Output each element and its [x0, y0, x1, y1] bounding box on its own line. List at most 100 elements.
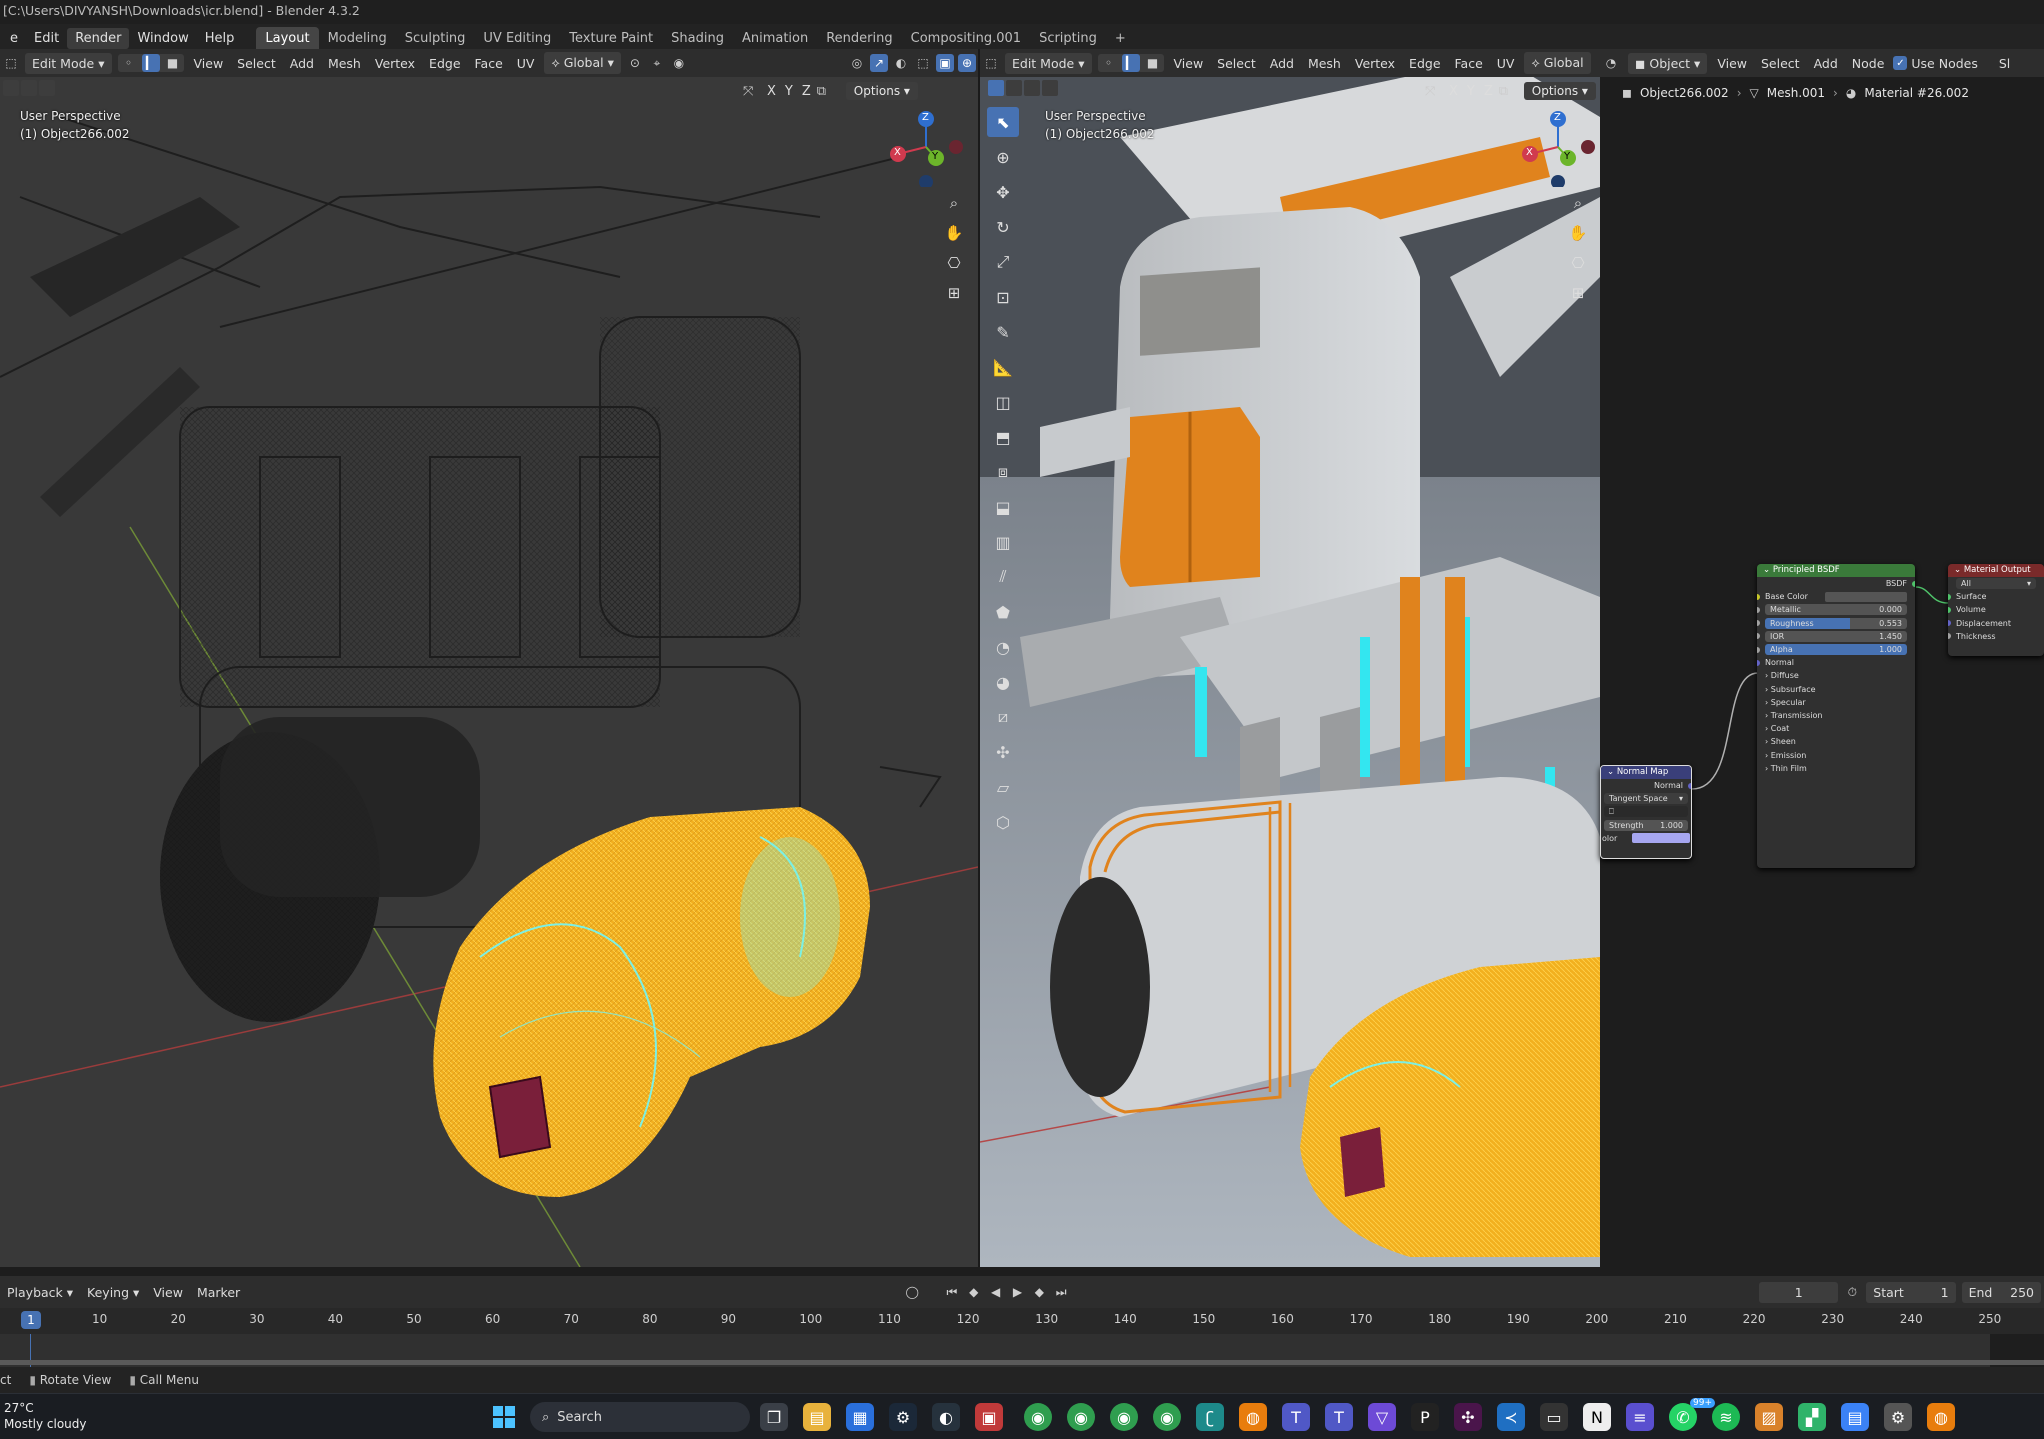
tab-compositing[interactable]: Compositing.001	[902, 27, 1030, 50]
marker-menu[interactable]: Marker	[190, 1282, 247, 1303]
right-navigation-gizmo[interactable]: Z X Y	[1516, 107, 1596, 189]
left-menu-uv[interactable]: UV	[510, 53, 542, 74]
teams-icon-1[interactable]: T	[1282, 1403, 1310, 1431]
roughness-row[interactable]: Roughness 0.553	[1757, 617, 1915, 630]
annotate-tool-icon[interactable]: ✎	[987, 317, 1019, 347]
app-circle-icon[interactable]: ◐	[932, 1403, 960, 1431]
panel-emission[interactable]: › Emission	[1757, 748, 1915, 761]
vscode-icon[interactable]: ≺	[1497, 1403, 1525, 1431]
left-menu-add[interactable]: Add	[283, 53, 321, 74]
edge-slide-tool-icon[interactable]: ⧄	[987, 702, 1019, 732]
transform-tool-icon[interactable]: ⊡	[987, 282, 1019, 312]
extrude-tool-icon[interactable]: ⬒	[987, 422, 1019, 452]
axis-lock-icon-right[interactable]: ⤧	[1425, 84, 1443, 99]
select-extend-icon[interactable]	[21, 80, 37, 96]
vpn-icon[interactable]: ▽	[1368, 1403, 1396, 1431]
right-menu-select[interactable]: Select	[1210, 53, 1263, 74]
right-mode-dropdown[interactable]: Edit Mode ▾	[1005, 52, 1092, 74]
left-mode-dropdown[interactable]: Edit Mode ▾	[25, 52, 112, 74]
timeline-view-menu[interactable]: View	[146, 1282, 190, 1303]
play-reverse-icon[interactable]: ◀	[987, 1283, 1005, 1301]
uv-map-field[interactable]: ⎕	[1601, 805, 1691, 818]
preview-range-icon[interactable]: ⏱	[1843, 1283, 1861, 1301]
rip-tool-icon[interactable]: ⬡	[987, 807, 1019, 837]
material-output-node[interactable]: ⌄ Material Output All ▾ Surface Volume Di…	[1948, 564, 2044, 656]
camera-view-icon[interactable]: ⎔	[940, 249, 968, 277]
ortho-grid-icon-right[interactable]: ⊞	[1564, 279, 1592, 307]
jump-start-icon[interactable]: ⏮	[943, 1283, 961, 1301]
app-red-icon[interactable]: ▣	[975, 1403, 1003, 1431]
snap-icon[interactable]: ⌖	[648, 54, 666, 72]
left-orientation-dropdown[interactable]: ⟡ Global ▾	[544, 52, 621, 74]
node-editor-type-icon[interactable]: ◔	[1602, 54, 1620, 72]
file-explorer-icon[interactable]: ▤	[803, 1403, 831, 1431]
jump-keyframe-forward-icon[interactable]: ◆	[1030, 1283, 1048, 1301]
scale-tool-icon[interactable]: ⤢	[987, 247, 1019, 277]
ior-row[interactable]: IOR 1.450	[1757, 630, 1915, 643]
chrome-icon-3[interactable]: ◉	[1110, 1403, 1138, 1431]
xray-icon[interactable]: ▣	[936, 54, 954, 72]
right-menu-uv[interactable]: UV	[1490, 53, 1522, 74]
tab-sculpting[interactable]: Sculpting	[396, 27, 475, 50]
knife-tool-icon[interactable]: ⫽	[987, 562, 1019, 592]
photos-icon[interactable]: ▨	[1755, 1403, 1783, 1431]
menu-edit[interactable]: Edit	[26, 28, 67, 49]
shear-tool-icon[interactable]: ▱	[987, 772, 1019, 802]
right-menu-vertex[interactable]: Vertex	[1348, 53, 1402, 74]
visibility-icon[interactable]: ◎	[848, 54, 866, 72]
end-frame-field[interactable]: End 250	[1961, 1281, 2042, 1303]
poly-build-tool-icon[interactable]: ⬟	[987, 597, 1019, 627]
left-viewport[interactable]: ⤧ X Y Z ⧉ Options ▾ User Perspective (1)…	[0, 77, 978, 1267]
steam-icon[interactable]: ⚙	[889, 1403, 917, 1431]
taskbar-search[interactable]: ⌕ Search	[530, 1402, 750, 1432]
menu-window[interactable]: Window	[129, 28, 196, 49]
select-box-tool-icon[interactable]: ⬉	[987, 107, 1019, 137]
rotate-tool-icon[interactable]: ↻	[987, 212, 1019, 242]
left-menu-vertex[interactable]: Vertex	[368, 53, 422, 74]
shrink-fatten-tool-icon[interactable]: ✣	[987, 737, 1019, 767]
pan-hand-icon-right[interactable]: ✋	[1564, 219, 1592, 247]
thickness-input[interactable]: Thickness	[1948, 630, 2044, 643]
zoom-icon-right[interactable]: ⌕	[1564, 189, 1592, 217]
task-view-icon[interactable]: ❐	[760, 1403, 788, 1431]
node-menu-select[interactable]: Select	[1754, 53, 1807, 74]
frame-ruler[interactable]: 10 20 30 40 50 60 70 80 90 100 110 120 130 140 150 160 1…	[0, 1308, 2044, 1334]
node-mode-dropdown[interactable]: ◼ Object ▾	[1628, 52, 1708, 74]
current-frame-field[interactable]: 1	[1759, 1281, 1839, 1303]
jump-end-icon[interactable]: ⏭	[1052, 1283, 1070, 1301]
axis-y-toggle[interactable]: Y	[782, 84, 796, 99]
store-icon[interactable]: ▦	[846, 1403, 874, 1431]
smooth-tool-icon[interactable]: ◕	[987, 667, 1019, 697]
panel-thin-film[interactable]: › Thin Film	[1757, 762, 1915, 775]
app-teal-icon[interactable]: ʗ	[1196, 1403, 1224, 1431]
left-menu-face[interactable]: Face	[468, 53, 510, 74]
playhead-frame-badge[interactable]: 1	[21, 1311, 41, 1329]
playback-menu[interactable]: Playback ▾	[0, 1282, 80, 1303]
right-options-dropdown[interactable]: Options ▾	[1523, 82, 1596, 100]
tab-shading[interactable]: Shading	[662, 27, 733, 50]
tab-uv-editing[interactable]: UV Editing	[474, 27, 560, 50]
select-new-icon-right[interactable]	[988, 80, 1004, 96]
tab-texture-paint[interactable]: Texture Paint	[560, 27, 662, 50]
add-cube-tool-icon[interactable]: ◫	[987, 387, 1019, 417]
right-menu-edge[interactable]: Edge	[1402, 53, 1447, 74]
chrome-icon-4[interactable]: ◉	[1153, 1403, 1181, 1431]
panel-subsurface[interactable]: › Subsurface	[1757, 683, 1915, 696]
spotify-icon[interactable]: ≋	[1712, 1403, 1740, 1431]
pivot-icon[interactable]: ⊙	[626, 54, 644, 72]
panel-sheen[interactable]: › Sheen	[1757, 735, 1915, 748]
app-green-icon[interactable]: ▞	[1798, 1403, 1826, 1431]
menu-help[interactable]: Help	[197, 28, 243, 49]
chrome-icon-1[interactable]: ◉	[1024, 1403, 1052, 1431]
right-menu-view[interactable]: View	[1167, 53, 1211, 74]
select-subtract-icon[interactable]	[39, 80, 55, 96]
add-workspace-button[interactable]: +	[1106, 27, 1135, 50]
right-orientation-dropdown[interactable]: ⟡ Global	[1524, 52, 1591, 74]
metallic-row[interactable]: Metallic 0.000	[1757, 603, 1915, 616]
principled-bsdf-node[interactable]: ⌄ Principled BSDF BSDF Base Color Metall…	[1757, 564, 1915, 868]
surface-input[interactable]: Surface	[1948, 590, 2044, 603]
jump-keyframe-back-icon[interactable]: ◆	[965, 1283, 983, 1301]
measure-tool-icon[interactable]: 📐	[987, 352, 1019, 382]
node-menu-view[interactable]: View	[1710, 53, 1754, 74]
strength-field[interactable]: Strength 1.000	[1601, 819, 1691, 832]
